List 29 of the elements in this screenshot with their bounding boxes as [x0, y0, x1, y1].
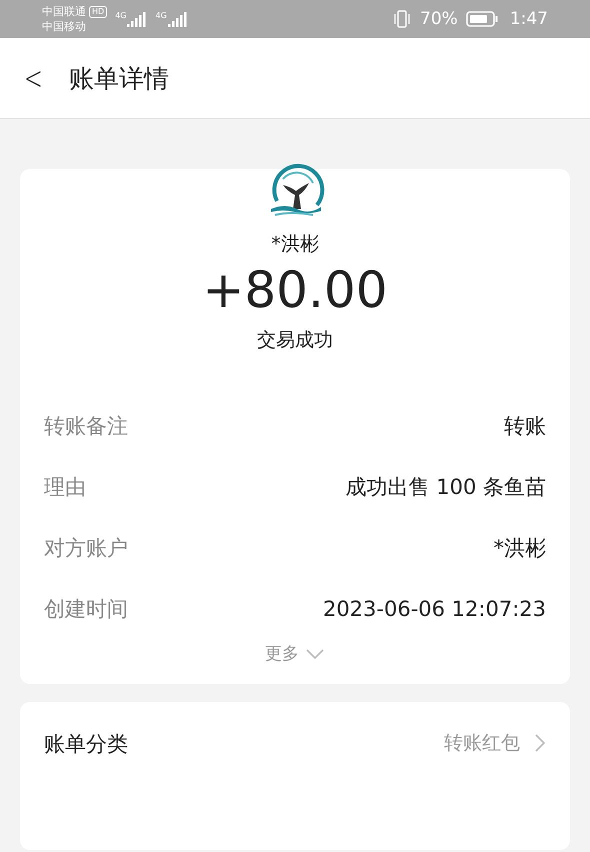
detail-label: 转账备注 — [44, 412, 128, 440]
chevron-right-icon — [534, 733, 546, 753]
network-label: 4G — [115, 11, 126, 20]
transaction-status: 交易成功 — [257, 328, 333, 353]
battery-percent: 70% — [420, 9, 458, 29]
category-label: 账单分类 — [44, 731, 128, 758]
signal-icon — [168, 11, 188, 27]
detail-value: 转账 — [504, 412, 546, 440]
carrier-name: 中国移动 — [42, 19, 87, 34]
category-link[interactable]: 转账红包 — [444, 730, 546, 756]
detail-value: 成功出售 100 条鱼苗 — [346, 474, 546, 500]
detail-label: 对方账户 — [44, 534, 128, 562]
hd-badge: HD — [89, 6, 108, 18]
clock: 1:47 — [510, 9, 548, 29]
carrier-name: 中国联通 — [42, 4, 86, 19]
detail-label: 创建时间 — [44, 596, 128, 622]
more-button[interactable]: 更多 — [259, 641, 331, 666]
chevron-down-icon — [305, 648, 325, 660]
network-label: 4G — [155, 11, 167, 20]
battery-icon — [466, 11, 498, 27]
signal-icon — [127, 11, 148, 27]
page-title: 账单详情 — [68, 62, 169, 94]
detail-value: 2023-06-06 12:07:23 — [322, 596, 546, 620]
vibrate-icon — [392, 10, 412, 28]
amount: +80.00 — [202, 260, 388, 321]
payer-name: *洪彬 — [271, 232, 319, 257]
detail-label: 理由 — [44, 474, 86, 500]
detail-value: *洪彬 — [494, 534, 546, 562]
back-button[interactable]: < — [10, 59, 57, 97]
